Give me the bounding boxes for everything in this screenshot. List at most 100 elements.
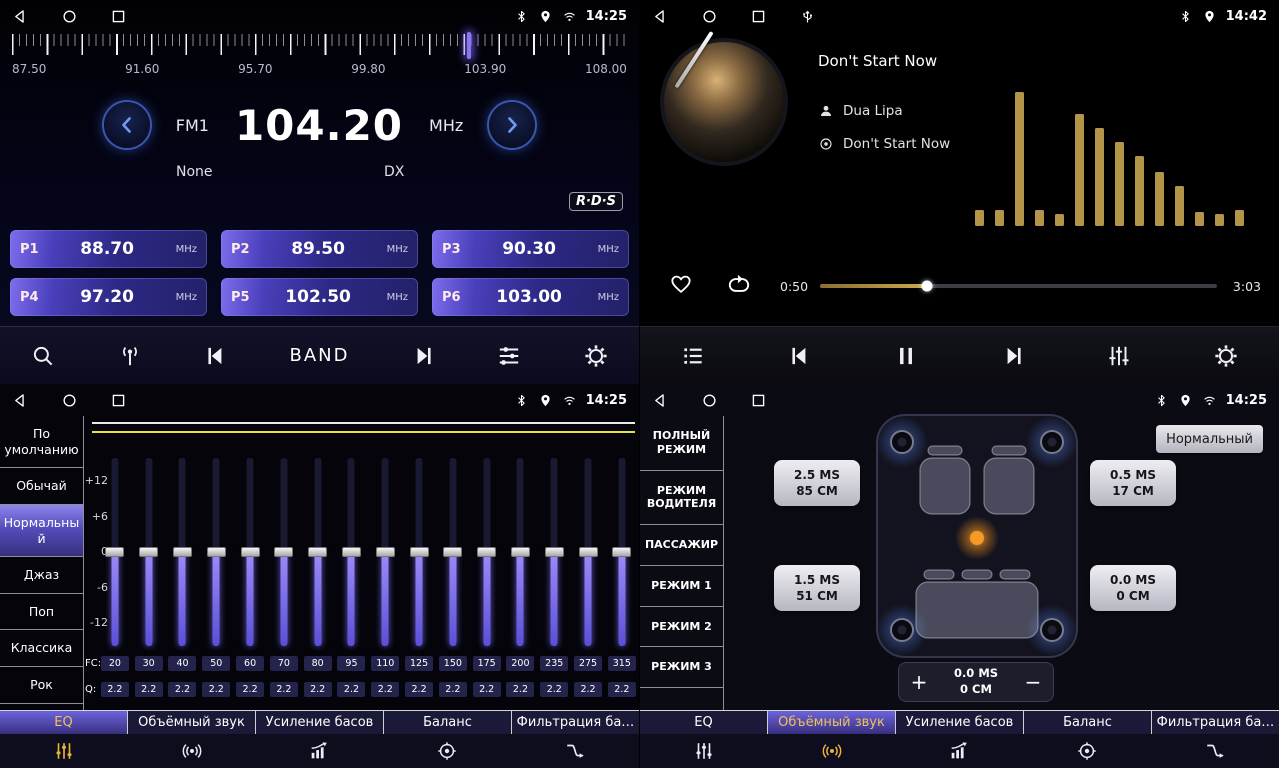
preset-p2-button[interactable]: P289.50MHz xyxy=(221,230,418,268)
eq-preset-item[interactable]: Поп xyxy=(0,594,83,631)
surround-mode-item[interactable]: РЕЖИМ 3 xyxy=(640,647,723,688)
eq-band-slider[interactable] xyxy=(449,458,456,646)
next-station-icon[interactable] xyxy=(410,343,436,369)
eq-slider-handle[interactable] xyxy=(443,547,462,557)
tab-balance[interactable]: Баланс xyxy=(1024,711,1152,734)
settings-gear-icon[interactable] xyxy=(1213,343,1239,369)
eq-band-slider[interactable] xyxy=(483,458,490,646)
eq-preset-item[interactable]: Классика xyxy=(0,630,83,667)
eq-band-slider[interactable] xyxy=(517,458,524,646)
equalizer-icon[interactable] xyxy=(496,343,522,369)
next-track-icon[interactable] xyxy=(1000,343,1026,369)
playlist-icon[interactable] xyxy=(680,343,706,369)
delay-front-left[interactable]: 2.5 MS 85 CM xyxy=(774,460,860,506)
back-icon[interactable] xyxy=(652,8,669,25)
preset-p4-button[interactable]: P497.20MHz xyxy=(10,278,207,316)
eq-slider-handle[interactable] xyxy=(274,547,293,557)
eq-band-slider[interactable] xyxy=(179,458,186,646)
decrease-delay-button[interactable]: − xyxy=(1013,672,1053,692)
tab-eq[interactable]: EQ xyxy=(0,711,128,734)
eq-band-slider[interactable] xyxy=(314,458,321,646)
surround-mode-item[interactable]: ПАССАЖИР xyxy=(640,525,723,566)
preset-p5-button[interactable]: P5102.50MHz xyxy=(221,278,418,316)
settings-gear-icon[interactable] xyxy=(583,343,609,369)
eq-slider-handle[interactable] xyxy=(545,547,564,557)
home-icon[interactable] xyxy=(701,392,718,409)
tuner-pointer[interactable] xyxy=(467,32,471,59)
bass-boost-icon[interactable] xyxy=(256,734,384,768)
eq-slider-handle[interactable] xyxy=(105,547,124,557)
home-icon[interactable] xyxy=(61,8,78,25)
previous-track-icon[interactable] xyxy=(787,343,813,369)
eq-band-slider[interactable] xyxy=(145,458,152,646)
tab-filter[interactable]: Фильтрация ба… xyxy=(1152,711,1279,734)
eq-band-slider[interactable] xyxy=(247,458,254,646)
eq-slider-handle[interactable] xyxy=(376,547,395,557)
surround-mode-item[interactable]: ПОЛНЫЙ РЕЖИМ xyxy=(640,416,723,471)
eq-slider-handle[interactable] xyxy=(511,547,530,557)
eq-band-slider[interactable] xyxy=(111,458,118,646)
eq-slider-handle[interactable] xyxy=(342,547,361,557)
tab-surround-sound[interactable]: Объёмный звук xyxy=(128,711,256,734)
back-icon[interactable] xyxy=(652,392,669,409)
recents-icon[interactable] xyxy=(110,392,127,409)
tab-filter[interactable]: Фильтрация ба… xyxy=(512,711,639,734)
scan-search-icon[interactable] xyxy=(30,343,56,369)
bass-boost-icon[interactable] xyxy=(896,734,1024,768)
broadcast-antenna-icon[interactable] xyxy=(117,343,143,369)
recents-icon[interactable] xyxy=(750,392,767,409)
favorite-button[interactable] xyxy=(668,271,694,301)
surround-mode-item[interactable]: РЕЖИМ ВОДИТЕЛЯ xyxy=(640,471,723,526)
delay-rear-right[interactable]: 0.0 MS 0 CM xyxy=(1090,565,1176,611)
eq-sliders-icon[interactable] xyxy=(640,734,768,768)
eq-band-slider[interactable] xyxy=(213,458,220,646)
eq-slider-handle[interactable] xyxy=(612,547,631,557)
recents-icon[interactable] xyxy=(110,8,127,25)
eq-preset-item[interactable]: По умолчанию xyxy=(0,416,83,468)
filter-icon[interactable] xyxy=(511,734,639,768)
surround-mode-item[interactable]: РЕЖИМ 1 xyxy=(640,566,723,607)
progress-bar[interactable] xyxy=(820,284,1217,288)
delay-rear-left[interactable]: 1.5 MS 51 CM xyxy=(774,565,860,611)
eq-band-slider[interactable] xyxy=(382,458,389,646)
eq-slider-handle[interactable] xyxy=(477,547,496,557)
eq-band-slider[interactable] xyxy=(618,458,625,646)
home-icon[interactable] xyxy=(61,392,78,409)
surround-mode-item[interactable]: РЕЖИМ 2 xyxy=(640,607,723,648)
surround-sound-icon[interactable] xyxy=(128,734,256,768)
repeat-button[interactable] xyxy=(726,272,752,302)
increase-delay-button[interactable]: + xyxy=(899,672,939,692)
preset-p6-button[interactable]: P6103.00MHz xyxy=(432,278,629,316)
eq-preset-item[interactable]: Обычай xyxy=(0,468,83,505)
preset-p1-button[interactable]: P188.70MHz xyxy=(10,230,207,268)
eq-band-slider[interactable] xyxy=(416,458,423,646)
eq-slider-handle[interactable] xyxy=(139,547,158,557)
eq-band-slider[interactable] xyxy=(551,458,558,646)
tab-bass-boost[interactable]: Усиление басов xyxy=(896,711,1024,734)
recents-icon[interactable] xyxy=(750,8,767,25)
delay-front-right[interactable]: 0.5 MS 17 CM xyxy=(1090,460,1176,506)
tab-eq[interactable]: EQ xyxy=(640,711,768,734)
sound-profile-button[interactable]: Нормальный xyxy=(1156,425,1263,453)
eq-slider-handle[interactable] xyxy=(207,547,226,557)
back-icon[interactable] xyxy=(12,8,29,25)
eq-slider-handle[interactable] xyxy=(241,547,260,557)
home-icon[interactable] xyxy=(701,8,718,25)
eq-slider-handle[interactable] xyxy=(410,547,429,557)
tab-surround-sound[interactable]: Объёмный звук xyxy=(768,711,896,734)
tune-up-button[interactable] xyxy=(489,102,535,148)
previous-station-icon[interactable] xyxy=(203,343,229,369)
tab-balance[interactable]: Баланс xyxy=(384,711,512,734)
tune-down-button[interactable] xyxy=(104,102,150,148)
eq-preset-item[interactable]: Джаз xyxy=(0,557,83,594)
mixer-icon[interactable] xyxy=(1106,343,1132,369)
progress-knob[interactable] xyxy=(922,281,933,292)
eq-slider-handle[interactable] xyxy=(579,547,598,557)
back-icon[interactable] xyxy=(12,392,29,409)
balance-icon[interactable] xyxy=(1023,734,1151,768)
eq-band-slider[interactable] xyxy=(585,458,592,646)
tab-bass-boost[interactable]: Усиление басов xyxy=(256,711,384,734)
eq-slider-handle[interactable] xyxy=(308,547,327,557)
frequency-ruler[interactable] xyxy=(12,32,627,60)
balance-icon[interactable] xyxy=(383,734,511,768)
